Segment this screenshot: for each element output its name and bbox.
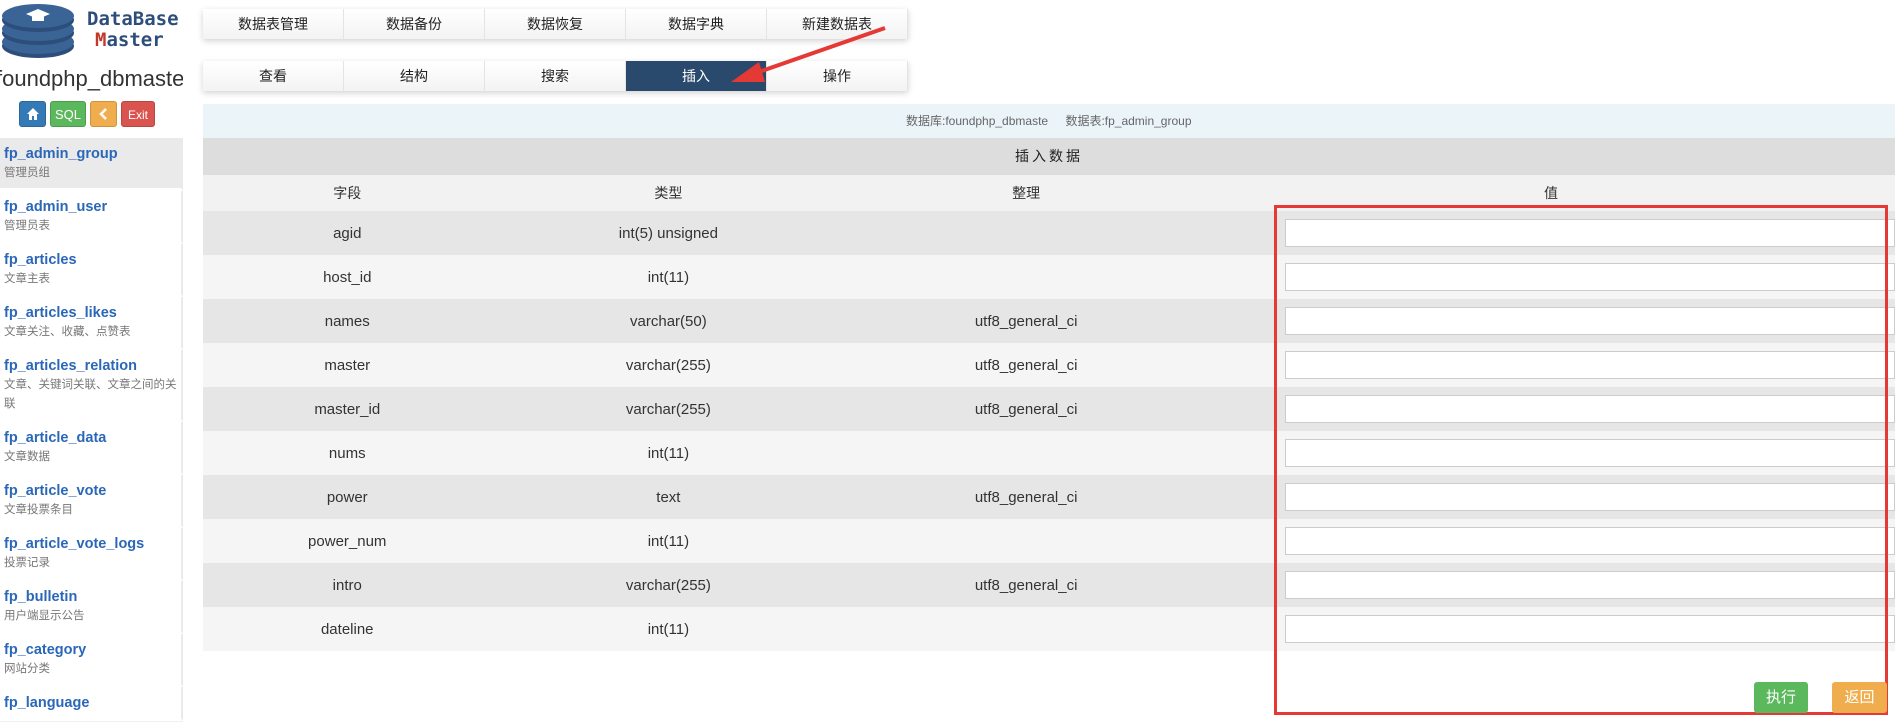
field-collation xyxy=(845,607,1207,651)
tab-table-management[interactable]: 数据表管理 xyxy=(203,9,344,39)
tab-view[interactable]: 查看 xyxy=(203,61,344,91)
database-name: foundphp_dbmaster xyxy=(0,66,183,91)
table-item[interactable]: fp_article_data 文章数据 xyxy=(0,422,183,475)
field-name: host_id xyxy=(203,255,492,299)
context-info-bar: 数据库:foundphp_dbmaste 数据表:fp_admin_group xyxy=(203,104,1895,138)
field-collation: utf8_general_ci xyxy=(845,343,1207,387)
logo-line1: DataBase xyxy=(87,8,179,30)
tab-search[interactable]: 搜索 xyxy=(485,61,626,91)
chevron-left-icon xyxy=(98,108,107,120)
field-collation: utf8_general_ci xyxy=(845,299,1207,343)
table-item-desc: 文章关注、收藏、点赞表 xyxy=(4,326,131,338)
field-collation xyxy=(845,519,1207,563)
table-item-desc: 管理员表 xyxy=(4,220,50,232)
table-item-name[interactable]: fp_articles_likes xyxy=(4,303,177,323)
field-name: power_num xyxy=(203,519,492,563)
table-item-name[interactable]: fp_article_data xyxy=(4,428,177,448)
table-item-name[interactable]: fp_articles_relation xyxy=(4,356,177,376)
table-item[interactable]: fp_article_vote_logs 投票记录 xyxy=(0,528,183,581)
table-list: fp_admin_group 管理员组 fp_admin_user 管理员表 f… xyxy=(0,138,183,721)
field-collation: utf8_general_ci xyxy=(845,387,1207,431)
tab-restore[interactable]: 数据恢复 xyxy=(485,9,626,39)
home-icon xyxy=(26,108,39,120)
field-type: varchar(255) xyxy=(491,563,846,607)
field-type: int(11) xyxy=(491,255,846,299)
database-info: 数据库:foundphp_dbmaste xyxy=(906,114,1049,128)
field-name: power xyxy=(203,475,492,519)
table-item-name[interactable]: fp_articles xyxy=(4,250,177,270)
field-type: int(11) xyxy=(491,431,846,475)
column-header-field: 字段 xyxy=(203,175,492,211)
table-item-name[interactable]: fp_bulletin xyxy=(4,587,177,607)
logo-text: DataBase Master xyxy=(87,9,179,51)
tab-structure[interactable]: 结构 xyxy=(344,61,485,91)
table-item[interactable]: fp_bulletin 用户端显示公告 xyxy=(0,581,183,634)
field-collation xyxy=(845,431,1207,475)
table-item[interactable]: fp_category 网站分类 xyxy=(0,634,183,687)
column-header-collation: 整理 xyxy=(845,175,1207,211)
field-collation: utf8_general_ci xyxy=(845,475,1207,519)
field-name: dateline xyxy=(203,607,492,651)
table-item[interactable]: fp_admin_group 管理员组 xyxy=(0,138,183,191)
home-button[interactable] xyxy=(19,101,46,127)
logo-rest: aster xyxy=(106,29,164,51)
database-stack-icon xyxy=(2,4,74,58)
field-type: int(11) xyxy=(491,607,846,651)
column-header-type: 类型 xyxy=(491,175,846,211)
field-name: master_id xyxy=(203,387,492,431)
table-item-desc: 文章、关键词关联、文章之间的关联 xyxy=(4,379,177,410)
table-item-name[interactable]: fp_admin_group xyxy=(4,144,177,164)
table-item-desc: 管理员组 xyxy=(4,167,50,179)
field-type: text xyxy=(491,475,846,519)
field-collation xyxy=(845,211,1207,255)
annotation-arrow xyxy=(731,26,886,82)
table-item-name[interactable]: fp_admin_user xyxy=(4,197,177,217)
field-name: nums xyxy=(203,431,492,475)
table-item-desc: 用户端显示公告 xyxy=(4,610,85,622)
execute-button[interactable]: 执行 xyxy=(1754,682,1808,713)
table-item-desc: 文章主表 xyxy=(4,273,50,285)
app-logo[interactable]: DataBase Master xyxy=(0,0,183,62)
panel-title: 插入数据 xyxy=(203,138,1895,175)
field-type: varchar(50) xyxy=(491,299,846,343)
field-collation: utf8_general_ci xyxy=(845,563,1207,607)
logo-accent: M xyxy=(95,29,107,51)
field-type: varchar(255) xyxy=(491,343,846,387)
table-item[interactable]: fp_articles_likes 文章关注、收藏、点赞表 xyxy=(0,297,183,350)
logo-line2: Master xyxy=(87,30,179,51)
table-item[interactable]: fp_articles_relation 文章、关键词关联、文章之间的关联 xyxy=(0,350,183,422)
field-type: int(5) unsigned xyxy=(491,211,846,255)
table-item-desc: 网站分类 xyxy=(4,663,50,675)
table-item[interactable]: fp_article_vote 文章投票条目 xyxy=(0,475,183,528)
field-collation xyxy=(845,255,1207,299)
table-item-name[interactable]: fp_language xyxy=(4,693,177,713)
table-item[interactable]: fp_admin_user 管理员表 xyxy=(0,191,183,244)
field-name: intro xyxy=(203,563,492,607)
table-item-desc: 投票记录 xyxy=(4,557,50,569)
exit-button[interactable]: Exit xyxy=(121,101,155,127)
sidebar-buttons: SQL Exit xyxy=(19,101,155,127)
table-item-name[interactable]: fp_article_vote_logs xyxy=(4,534,177,554)
highlight-box xyxy=(1274,205,1888,715)
field-name: master xyxy=(203,343,492,387)
table-item-desc: 文章投票条目 xyxy=(4,504,73,516)
field-type: varchar(255) xyxy=(491,387,846,431)
back-button[interactable] xyxy=(90,101,117,127)
table-item[interactable]: fp_language xyxy=(0,687,183,721)
sql-button[interactable]: SQL xyxy=(50,101,86,127)
table-item-desc: 文章数据 xyxy=(4,451,50,463)
field-name: names xyxy=(203,299,492,343)
tab-backup[interactable]: 数据备份 xyxy=(344,9,485,39)
table-info: 数据表:fp_admin_group xyxy=(1065,114,1192,128)
field-name: agid xyxy=(203,211,492,255)
table-item-name[interactable]: fp_article_vote xyxy=(4,481,177,501)
return-button[interactable]: 返回 xyxy=(1832,682,1887,713)
sidebar: DataBase Master foundphp_dbmaster SQL Ex… xyxy=(0,0,183,724)
table-item[interactable]: fp_articles 文章主表 xyxy=(0,244,183,297)
field-type: int(11) xyxy=(491,519,846,563)
table-item-name[interactable]: fp_category xyxy=(4,640,177,660)
